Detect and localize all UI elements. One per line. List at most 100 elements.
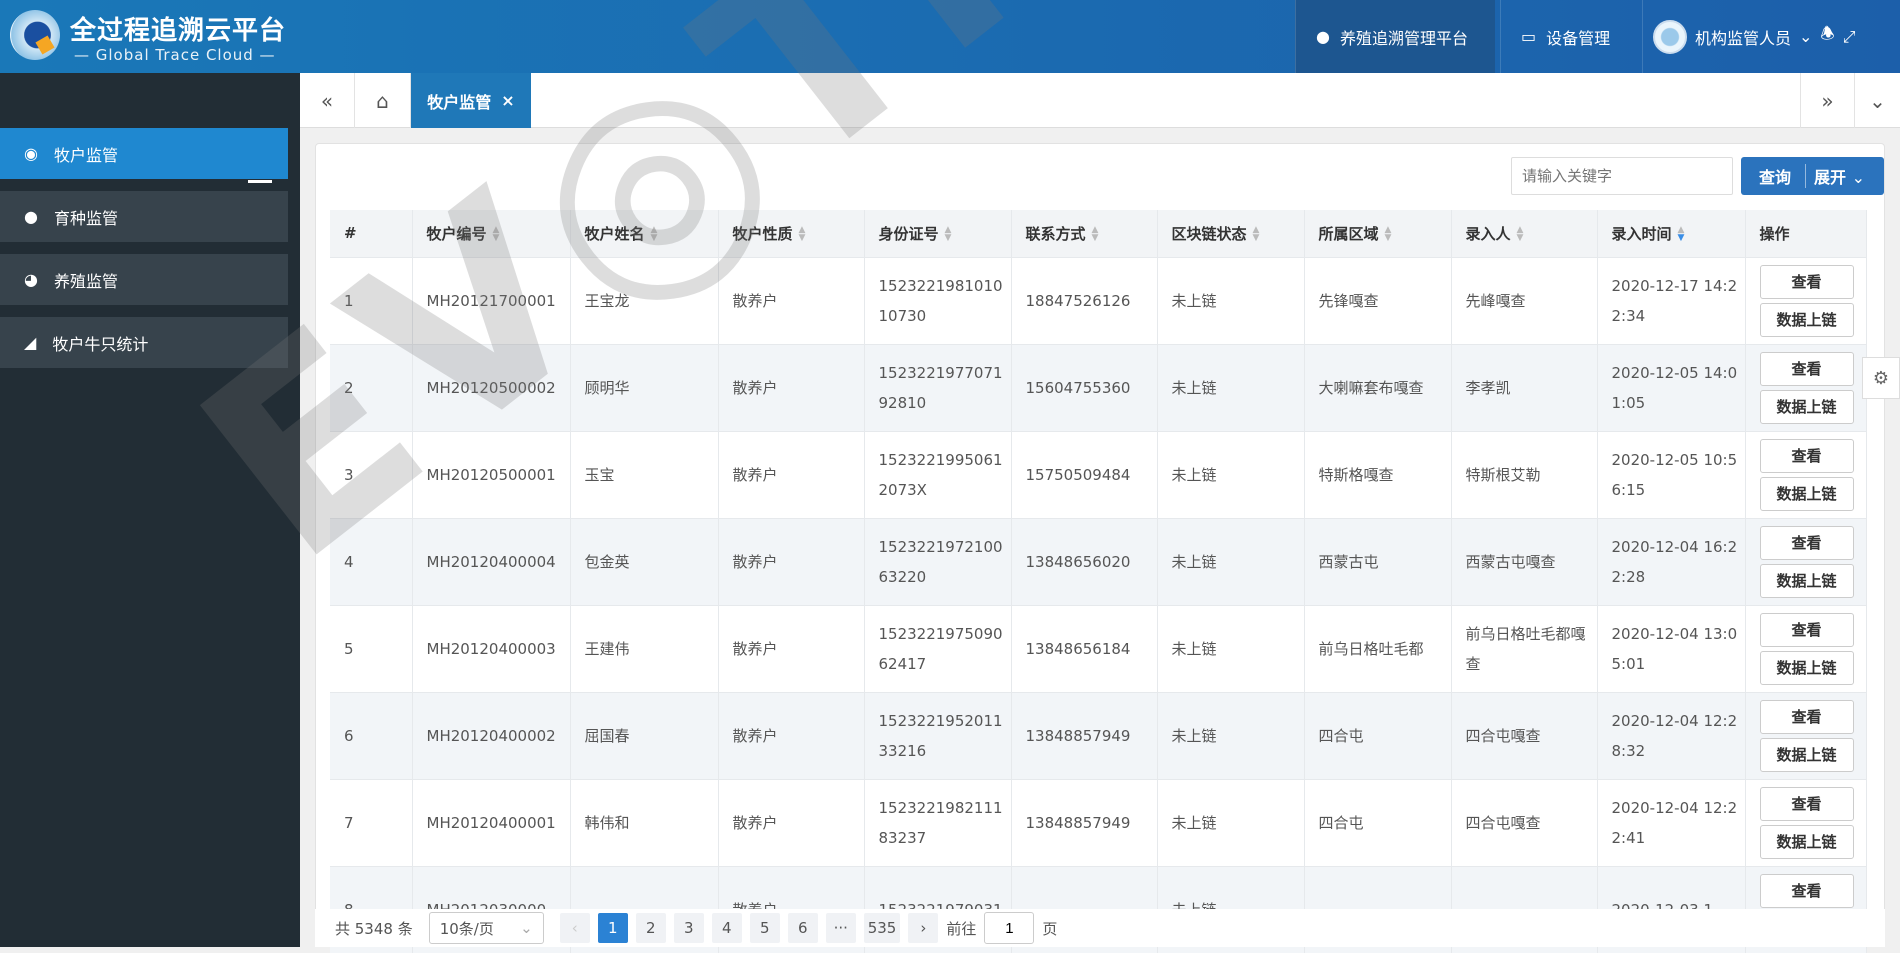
scroll-left-icon[interactable]: «	[300, 73, 355, 128]
actions-cell: 查看数据上链	[1745, 517, 1867, 605]
table-cell: 152322197210063220	[864, 517, 1012, 605]
scroll-right-icon[interactable]: »	[1800, 73, 1855, 128]
settings-gear-icon[interactable]: ⚙	[1862, 357, 1900, 399]
tab-herder-supervision[interactable]: 牧户监管 ×	[411, 73, 531, 128]
table-cell: 前乌日格吐毛都嘎查	[1451, 604, 1598, 692]
table-cell: 未上链	[1157, 604, 1305, 692]
nav-device-management[interactable]: ▭ 设备管理	[1500, 0, 1640, 73]
column-header[interactable]: 录入时间 ▲ ▼	[1597, 210, 1746, 257]
view-button[interactable]: 查看	[1759, 525, 1854, 560]
sidebar: ◉ 牧户监管 ● 育种监管 ◕ 养殖监管 ◢ 牧户牛只统计	[0, 73, 300, 947]
table-cell: 散养户	[718, 691, 865, 779]
monitor-icon: ▭	[1521, 27, 1537, 46]
view-button[interactable]: 查看	[1759, 786, 1854, 821]
view-button[interactable]: 查看	[1759, 438, 1854, 473]
table-cell: 包金英	[570, 517, 719, 605]
next-page-button[interactable]: ›	[908, 913, 939, 943]
view-button[interactable]: 查看	[1759, 612, 1854, 647]
user-menu[interactable]: 机构监管人员 ⌄ 🕭 ⤢	[1642, 0, 1900, 73]
close-icon[interactable]: ×	[501, 91, 514, 110]
chain-upload-button[interactable]: 数据上链	[1759, 476, 1854, 511]
column-header[interactable]: 牧户性质 ▲ ▼	[718, 210, 865, 257]
view-button[interactable]: 查看	[1759, 699, 1854, 734]
sort-icon[interactable]: ▲ ▼	[1678, 226, 1685, 243]
home-icon[interactable]: ⌂	[355, 73, 411, 128]
column-header[interactable]: 联系方式 ▲ ▼	[1011, 210, 1158, 257]
chain-upload-button[interactable]: 数据上链	[1759, 737, 1854, 772]
view-button[interactable]: 查看	[1759, 264, 1854, 299]
goto-page-input[interactable]	[984, 912, 1035, 944]
table-cell: 13848656020	[1011, 517, 1158, 605]
sort-icon[interactable]: ▲ ▼	[1253, 226, 1260, 243]
page-button[interactable]: ···	[825, 913, 856, 943]
sort-icon[interactable]: ▲ ▼	[1517, 226, 1524, 243]
chain-upload-button[interactable]: 数据上链	[1759, 650, 1854, 685]
page-button[interactable]: 2	[635, 913, 666, 943]
sort-icon[interactable]: ▲ ▼	[799, 226, 806, 243]
table-cell: 13848656184	[1011, 604, 1158, 692]
expand-button[interactable]: 展开 ⌄	[1806, 164, 1865, 188]
column-header[interactable]: 录入人 ▲ ▼	[1451, 210, 1598, 257]
bomb-icon: ●	[24, 207, 38, 226]
column-header[interactable]: 区块链状态 ▲ ▼	[1157, 210, 1305, 257]
table-cell: 前乌日格吐毛都	[1304, 604, 1452, 692]
search-input[interactable]	[1511, 157, 1733, 195]
chain-upload-button[interactable]: 数据上链	[1759, 389, 1854, 424]
sort-icon[interactable]: ▲ ▼	[1092, 226, 1099, 243]
sort-icon[interactable]: ▲ ▼	[493, 226, 500, 243]
tab-bar: « ⌂ 牧户监管 × » ⌄	[300, 73, 1900, 128]
query-button[interactable]: 查询	[1741, 164, 1807, 188]
sidebar-item-cattle-statistics[interactable]: ◢ 牧户牛只统计	[0, 317, 288, 368]
table-row: 4 MH20120400004 包金英 散养户 152322197210063220 13…	[330, 517, 1867, 605]
table-cell: 散养户	[718, 517, 865, 605]
user-circle-icon: ●	[1316, 27, 1330, 46]
table-cell: 散养户	[718, 343, 865, 431]
table-cell: 1	[330, 256, 413, 344]
table-cell: 王建伟	[570, 604, 719, 692]
table-cell: 152322197707192810	[864, 343, 1012, 431]
sort-icon[interactable]: ▲ ▼	[1385, 226, 1392, 243]
table-cell: 西蒙古屯嘎查	[1451, 517, 1598, 605]
sidebar-item-farming-supervision[interactable]: ◕ 养殖监管	[0, 254, 288, 305]
column-header[interactable]: 身份证号 ▲ ▼	[864, 210, 1012, 257]
prev-page-button[interactable]: ‹	[559, 913, 590, 943]
column-header[interactable]: 牧户姓名 ▲ ▼	[570, 210, 719, 257]
column-header[interactable]: 所属区域 ▲ ▼	[1304, 210, 1452, 257]
page-button[interactable]: 535	[863, 913, 901, 943]
table-cell: 3	[330, 430, 413, 518]
pagination: 共 5348 条 10条/页⌄ ‹ 123456···535 › 前往 页	[315, 909, 1885, 947]
chain-upload-button[interactable]: 数据上链	[1759, 563, 1854, 598]
chain-upload-button[interactable]: 数据上链	[1759, 824, 1854, 859]
actions-cell: 查看数据上链	[1745, 778, 1867, 866]
table-cell: 5	[330, 604, 413, 692]
column-header[interactable]: 牧户编号 ▲ ▼	[412, 210, 571, 257]
table-cell: 152322198211183237	[864, 778, 1012, 866]
table-cell: 韩伟和	[570, 778, 719, 866]
table-cell: 2020-12-04 12:22:41	[1597, 778, 1746, 866]
table-cell: 未上链	[1157, 691, 1305, 779]
table-cell: 四合屯	[1304, 691, 1452, 779]
sort-icon[interactable]: ▲ ▼	[945, 226, 952, 243]
chevron-down-icon[interactable]: ⌄	[1855, 73, 1900, 128]
page-button[interactable]: 4	[711, 913, 742, 943]
page-size-select[interactable]: 10条/页 ⌄	[428, 912, 544, 944]
app-subtitle: — Global Trace Cloud —	[74, 46, 276, 64]
bell-icon[interactable]: 🕭	[1820, 23, 1834, 50]
table-cell: 李孝凯	[1451, 343, 1598, 431]
page-button[interactable]: 5	[749, 913, 780, 943]
sidebar-item-herder-supervision[interactable]: ◉ 牧户监管	[0, 128, 288, 179]
page-button[interactable]: 1	[597, 913, 628, 943]
sidebar-item-breeding-supervision[interactable]: ● 育种监管	[0, 191, 288, 242]
view-button[interactable]: 查看	[1759, 351, 1854, 386]
table-cell: 先锋嘎查	[1304, 256, 1452, 344]
sort-icon[interactable]: ▲ ▼	[651, 226, 658, 243]
chain-upload-button[interactable]: 数据上链	[1759, 302, 1854, 337]
table-cell: 15604755360	[1011, 343, 1158, 431]
page-button[interactable]: 3	[673, 913, 704, 943]
table-cell: 特斯根艾勒	[1451, 430, 1598, 518]
page-button[interactable]: 6	[787, 913, 818, 943]
nav-trace-platform[interactable]: ● 养殖追溯管理平台	[1295, 0, 1495, 73]
fullscreen-icon[interactable]: ⤢	[1843, 27, 1856, 47]
view-button[interactable]: 查看	[1759, 873, 1854, 908]
herder-table: # 牧户编号 ▲ ▼ 牧户姓名 ▲ ▼ 牧户性质 ▲ ▼ 身份证号 ▲ ▼ 联系方式 ▲ ▼ 区块链状态 ▲ ▼ 所属…	[330, 210, 1867, 953]
